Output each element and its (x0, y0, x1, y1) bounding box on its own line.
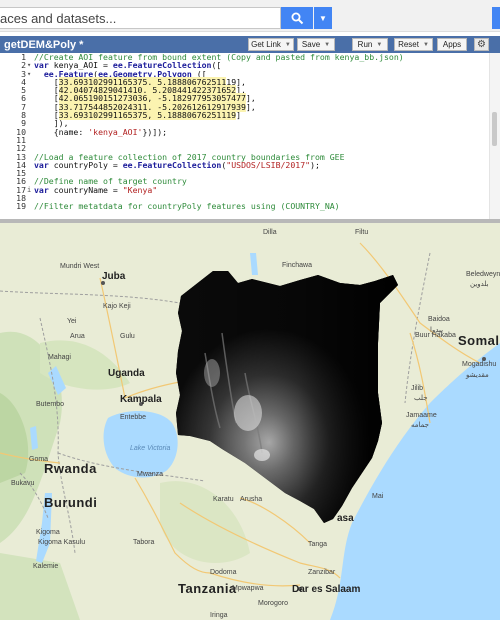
map-place-label: Arua (70, 333, 85, 340)
map-place-label: Jilib (411, 385, 424, 392)
run-label: Run (357, 40, 373, 49)
fold-icon[interactable]: ▾ (27, 61, 31, 69)
map-place-label: Mundri West (60, 263, 100, 270)
search-icon (291, 12, 303, 24)
map-place-label: Entebbe (120, 414, 147, 421)
code-text: {name: 'kenya_AOI'})]); (34, 126, 168, 137)
map-place-label: Morogoro (258, 600, 288, 607)
code-line[interactable]: 14 var countryPoly = ee.FeatureCollection… (0, 159, 500, 170)
fold-icon[interactable]: ▾ (27, 70, 31, 78)
map-place-label: Bukavu (11, 480, 35, 487)
map-view[interactable]: Dilla Filtu Finchawa Mundri West Juba Kajo Ke… (0, 223, 500, 620)
code-editor[interactable]: 1//Create AOI feature from bound extent … (0, 53, 500, 219)
code-line[interactable]: 8 [33.693102991165375, 5.18880676251119] (0, 110, 500, 121)
reset-button[interactable]: Reset ▼ (394, 38, 433, 51)
map-place-label: Butembo (36, 401, 65, 408)
map-place-label: Beledweyne (466, 271, 500, 278)
map-place-label: Kajo Keji (103, 303, 131, 310)
chevron-down-icon: ▼ (324, 41, 331, 48)
map-place-label: Mogadishu (462, 361, 497, 368)
map-place-label: Kigoma (36, 529, 60, 536)
code-line[interactable]: 17 i var countryName = "Kenya" (0, 184, 500, 195)
map-place-label: بلدوين (470, 281, 489, 288)
gear-icon: ⚙ (477, 39, 486, 50)
get-link-button[interactable]: Get Link ▼ (248, 38, 294, 51)
map-place-label: Somalia (458, 333, 500, 348)
map-place-label: Burundi (44, 495, 98, 510)
search-button[interactable] (281, 7, 313, 29)
code-line[interactable]: 19 //Filter metatdata for countryPoly fea… (0, 201, 500, 212)
map-place-label: Arusha (240, 496, 263, 503)
map-place-label: Mwanza (137, 471, 164, 478)
line-number: 19 (16, 201, 26, 212)
map-place-label: Baidoa (428, 316, 450, 323)
map-place-label: Dilla (263, 229, 277, 236)
code-text: var countryPoly = ee.FeatureCollection("… (34, 159, 320, 170)
map-place-label: Lake Victoria (130, 445, 171, 452)
map-place-label: Dar es Salaam (292, 584, 361, 595)
map-place-label: Finchawa (282, 262, 312, 269)
map-place-label: Jamaame (406, 412, 437, 419)
map-place-label: Buur Hakaba (415, 332, 456, 339)
settings-button[interactable]: ⚙ (474, 38, 489, 51)
map-place-label: Karatu (213, 496, 234, 503)
map-place-label: جمامه (411, 422, 430, 429)
map-place-label: Filtu (355, 229, 369, 236)
map-place-label: Mpwapwa (232, 585, 264, 592)
code-text: var countryName = "Kenya" (34, 184, 158, 195)
map-place-label: Iringa (210, 612, 228, 619)
map-place-label: مقديشو (466, 372, 489, 379)
apps-button[interactable]: Apps (437, 38, 467, 51)
map-place-label: Mahagi (48, 354, 71, 361)
map-place-label: جلب (414, 395, 428, 402)
search-dropdown-button[interactable]: ▼ (314, 7, 332, 29)
map-place-label: Tanzania (178, 581, 237, 596)
help-button[interactable] (492, 7, 500, 29)
chevron-down-icon: ▼ (284, 41, 291, 48)
editor-scroll-thumb[interactable] (492, 112, 497, 146)
save-button[interactable]: Save ▼ (297, 38, 335, 51)
map-place-label: Tabora (133, 539, 155, 546)
map-place-label: asa (337, 513, 354, 524)
map-place-label: Tanga (308, 541, 328, 548)
search-input[interactable]: aces and datasets... (0, 7, 281, 29)
reset-label: Reset (398, 40, 419, 49)
top-bar: aces and datasets... ▼ (0, 0, 500, 32)
map-place-label: Gulu (120, 333, 135, 340)
map-place-label: Zanzibar (308, 569, 336, 576)
map-place-label: Uganda (108, 368, 145, 379)
fold-icon[interactable]: i (27, 186, 31, 194)
apps-label: Apps (442, 40, 462, 49)
chevron-down-icon: ▼ (319, 13, 327, 23)
map-place-label: Rwanda (44, 461, 97, 476)
chevron-down-icon: ▼ (422, 41, 429, 48)
code-line[interactable]: 10 {name: 'kenya_AOI'})]); (0, 126, 500, 137)
save-label: Save (301, 40, 321, 49)
map-place-label: Kalemie (33, 563, 59, 570)
map-place-label: Yei (67, 318, 77, 325)
code-text: //Filter metatdata for countryPoly featu… (34, 201, 340, 212)
run-button[interactable]: Run ▼ (352, 38, 388, 51)
editor-header: getDEM&Poly * Get Link ▼ Save ▼ Run ▼ Reset… (0, 36, 500, 53)
map-place-label: Kigoma Kasulu (38, 539, 86, 546)
map-place-label: Juba (102, 271, 126, 282)
get-link-label: Get Link (251, 40, 281, 49)
map-place-label: Kampala (120, 394, 162, 405)
map-place-label: Dodoma (210, 569, 237, 576)
chevron-down-icon: ▼ (376, 41, 383, 48)
map-place-label: Mai (372, 493, 384, 500)
code-line[interactable]: 11 (0, 136, 500, 145)
